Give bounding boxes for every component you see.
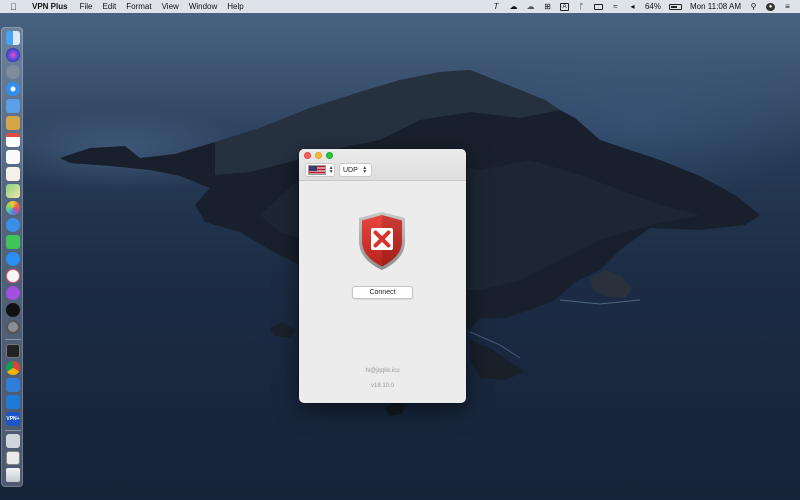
disconnected-shield-icon bbox=[359, 212, 405, 270]
maps-icon[interactable] bbox=[6, 184, 20, 198]
chevron-up-down-icon: ▲ ▼ bbox=[362, 165, 368, 175]
trash-icon[interactable] bbox=[6, 468, 20, 482]
reminders-icon[interactable] bbox=[6, 150, 20, 164]
calendar-icon[interactable] bbox=[6, 133, 20, 147]
textedit-icon[interactable] bbox=[6, 167, 20, 181]
bluetooth-icon[interactable]: ᚩ bbox=[577, 2, 586, 11]
photos-icon[interactable] bbox=[6, 201, 20, 215]
menu-edit[interactable]: Edit bbox=[102, 2, 116, 11]
facetime-icon[interactable] bbox=[6, 235, 20, 249]
finder-icon[interactable] bbox=[6, 31, 20, 45]
apple-menu-icon[interactable]:  bbox=[10, 2, 28, 12]
mail-icon[interactable] bbox=[6, 99, 20, 113]
chevron-up-down-icon: ▲ ▼ bbox=[328, 165, 334, 175]
dock-separator bbox=[5, 430, 21, 431]
system-preferences-icon[interactable] bbox=[6, 320, 20, 334]
text-cursor-icon[interactable]: 𝑇 bbox=[492, 2, 501, 11]
minimize-button[interactable] bbox=[315, 152, 322, 159]
podcasts-icon[interactable] bbox=[6, 286, 20, 300]
control-center-icon[interactable]: ≡ bbox=[783, 2, 792, 11]
vscode-icon[interactable] bbox=[6, 395, 20, 409]
messages-icon[interactable] bbox=[6, 218, 20, 232]
keyboard-icon[interactable] bbox=[593, 3, 603, 10]
safari-icon[interactable] bbox=[6, 82, 20, 96]
battery-percent[interactable]: 64% bbox=[645, 2, 661, 11]
dock-separator bbox=[5, 339, 21, 340]
menu-format[interactable]: Format bbox=[126, 2, 151, 11]
battery-icon[interactable] bbox=[669, 3, 682, 10]
close-button[interactable] bbox=[304, 152, 311, 159]
window-content: Connect hi@jqqkk.icu v18.10.0 bbox=[299, 181, 466, 403]
us-flag-icon bbox=[308, 165, 327, 175]
menu-app-name[interactable]: VPN Plus bbox=[32, 2, 68, 11]
menu-bar-status-area: 𝑇 ☁ ☁ ⊞ A ᚩ ≈ ◂ 64% Mon 11:08 AM ⚲ ● ≡ bbox=[492, 0, 792, 13]
music-icon[interactable] bbox=[6, 269, 20, 283]
notes-icon[interactable] bbox=[6, 116, 20, 130]
cloud-icon[interactable]: ☁ bbox=[526, 2, 535, 11]
siri-icon[interactable] bbox=[6, 48, 20, 62]
window-titlebar[interactable]: ▲ ▼ UDP ▲ ▼ bbox=[299, 149, 466, 181]
app-store-icon[interactable] bbox=[6, 252, 20, 266]
terminal-icon[interactable] bbox=[6, 344, 20, 358]
tv-icon[interactable] bbox=[6, 303, 20, 317]
translate-icon[interactable]: A bbox=[559, 2, 569, 11]
wifi-icon[interactable]: ≈ bbox=[611, 2, 620, 11]
vpn-plus-icon[interactable]: VPN+ bbox=[6, 412, 20, 426]
cloud-upload-icon[interactable]: ☁ bbox=[509, 2, 518, 11]
protocol-value: UDP bbox=[343, 166, 358, 174]
volume-icon[interactable]: ◂ bbox=[628, 2, 637, 11]
zoom-button[interactable] bbox=[326, 152, 333, 159]
menu-help[interactable]: Help bbox=[227, 2, 243, 11]
menu-view[interactable]: View bbox=[162, 2, 179, 11]
contact-email[interactable]: hi@jqqkk.icu bbox=[299, 368, 466, 374]
dock: VPN+ bbox=[1, 27, 23, 487]
user-icon[interactable]: ● bbox=[766, 2, 775, 11]
country-select[interactable]: ▲ ▼ bbox=[305, 163, 335, 177]
chrome-icon[interactable] bbox=[6, 361, 20, 375]
menu-file[interactable]: File bbox=[80, 2, 93, 11]
vpn-plus-window: ▲ ▼ UDP ▲ ▼ Connect hi@jqqkk.icu v18.10.… bbox=[299, 149, 466, 403]
menu-window[interactable]: Window bbox=[189, 2, 217, 11]
launchpad-icon[interactable] bbox=[6, 65, 20, 79]
search-icon[interactable]: ⚲ bbox=[749, 2, 758, 11]
app-version: v18.10.0 bbox=[370, 383, 395, 389]
grid-icon[interactable]: ⊞ bbox=[543, 2, 552, 11]
folder-icon[interactable] bbox=[6, 434, 20, 448]
connect-button[interactable]: Connect bbox=[352, 286, 413, 299]
clock[interactable]: Mon 11:08 AM bbox=[690, 2, 741, 11]
xcode-icon[interactable] bbox=[6, 378, 20, 392]
menu-bar:  VPN Plus File Edit Format View Window … bbox=[0, 0, 800, 13]
screenshot-icon[interactable] bbox=[6, 451, 20, 465]
protocol-select[interactable]: UDP ▲ ▼ bbox=[339, 163, 372, 177]
